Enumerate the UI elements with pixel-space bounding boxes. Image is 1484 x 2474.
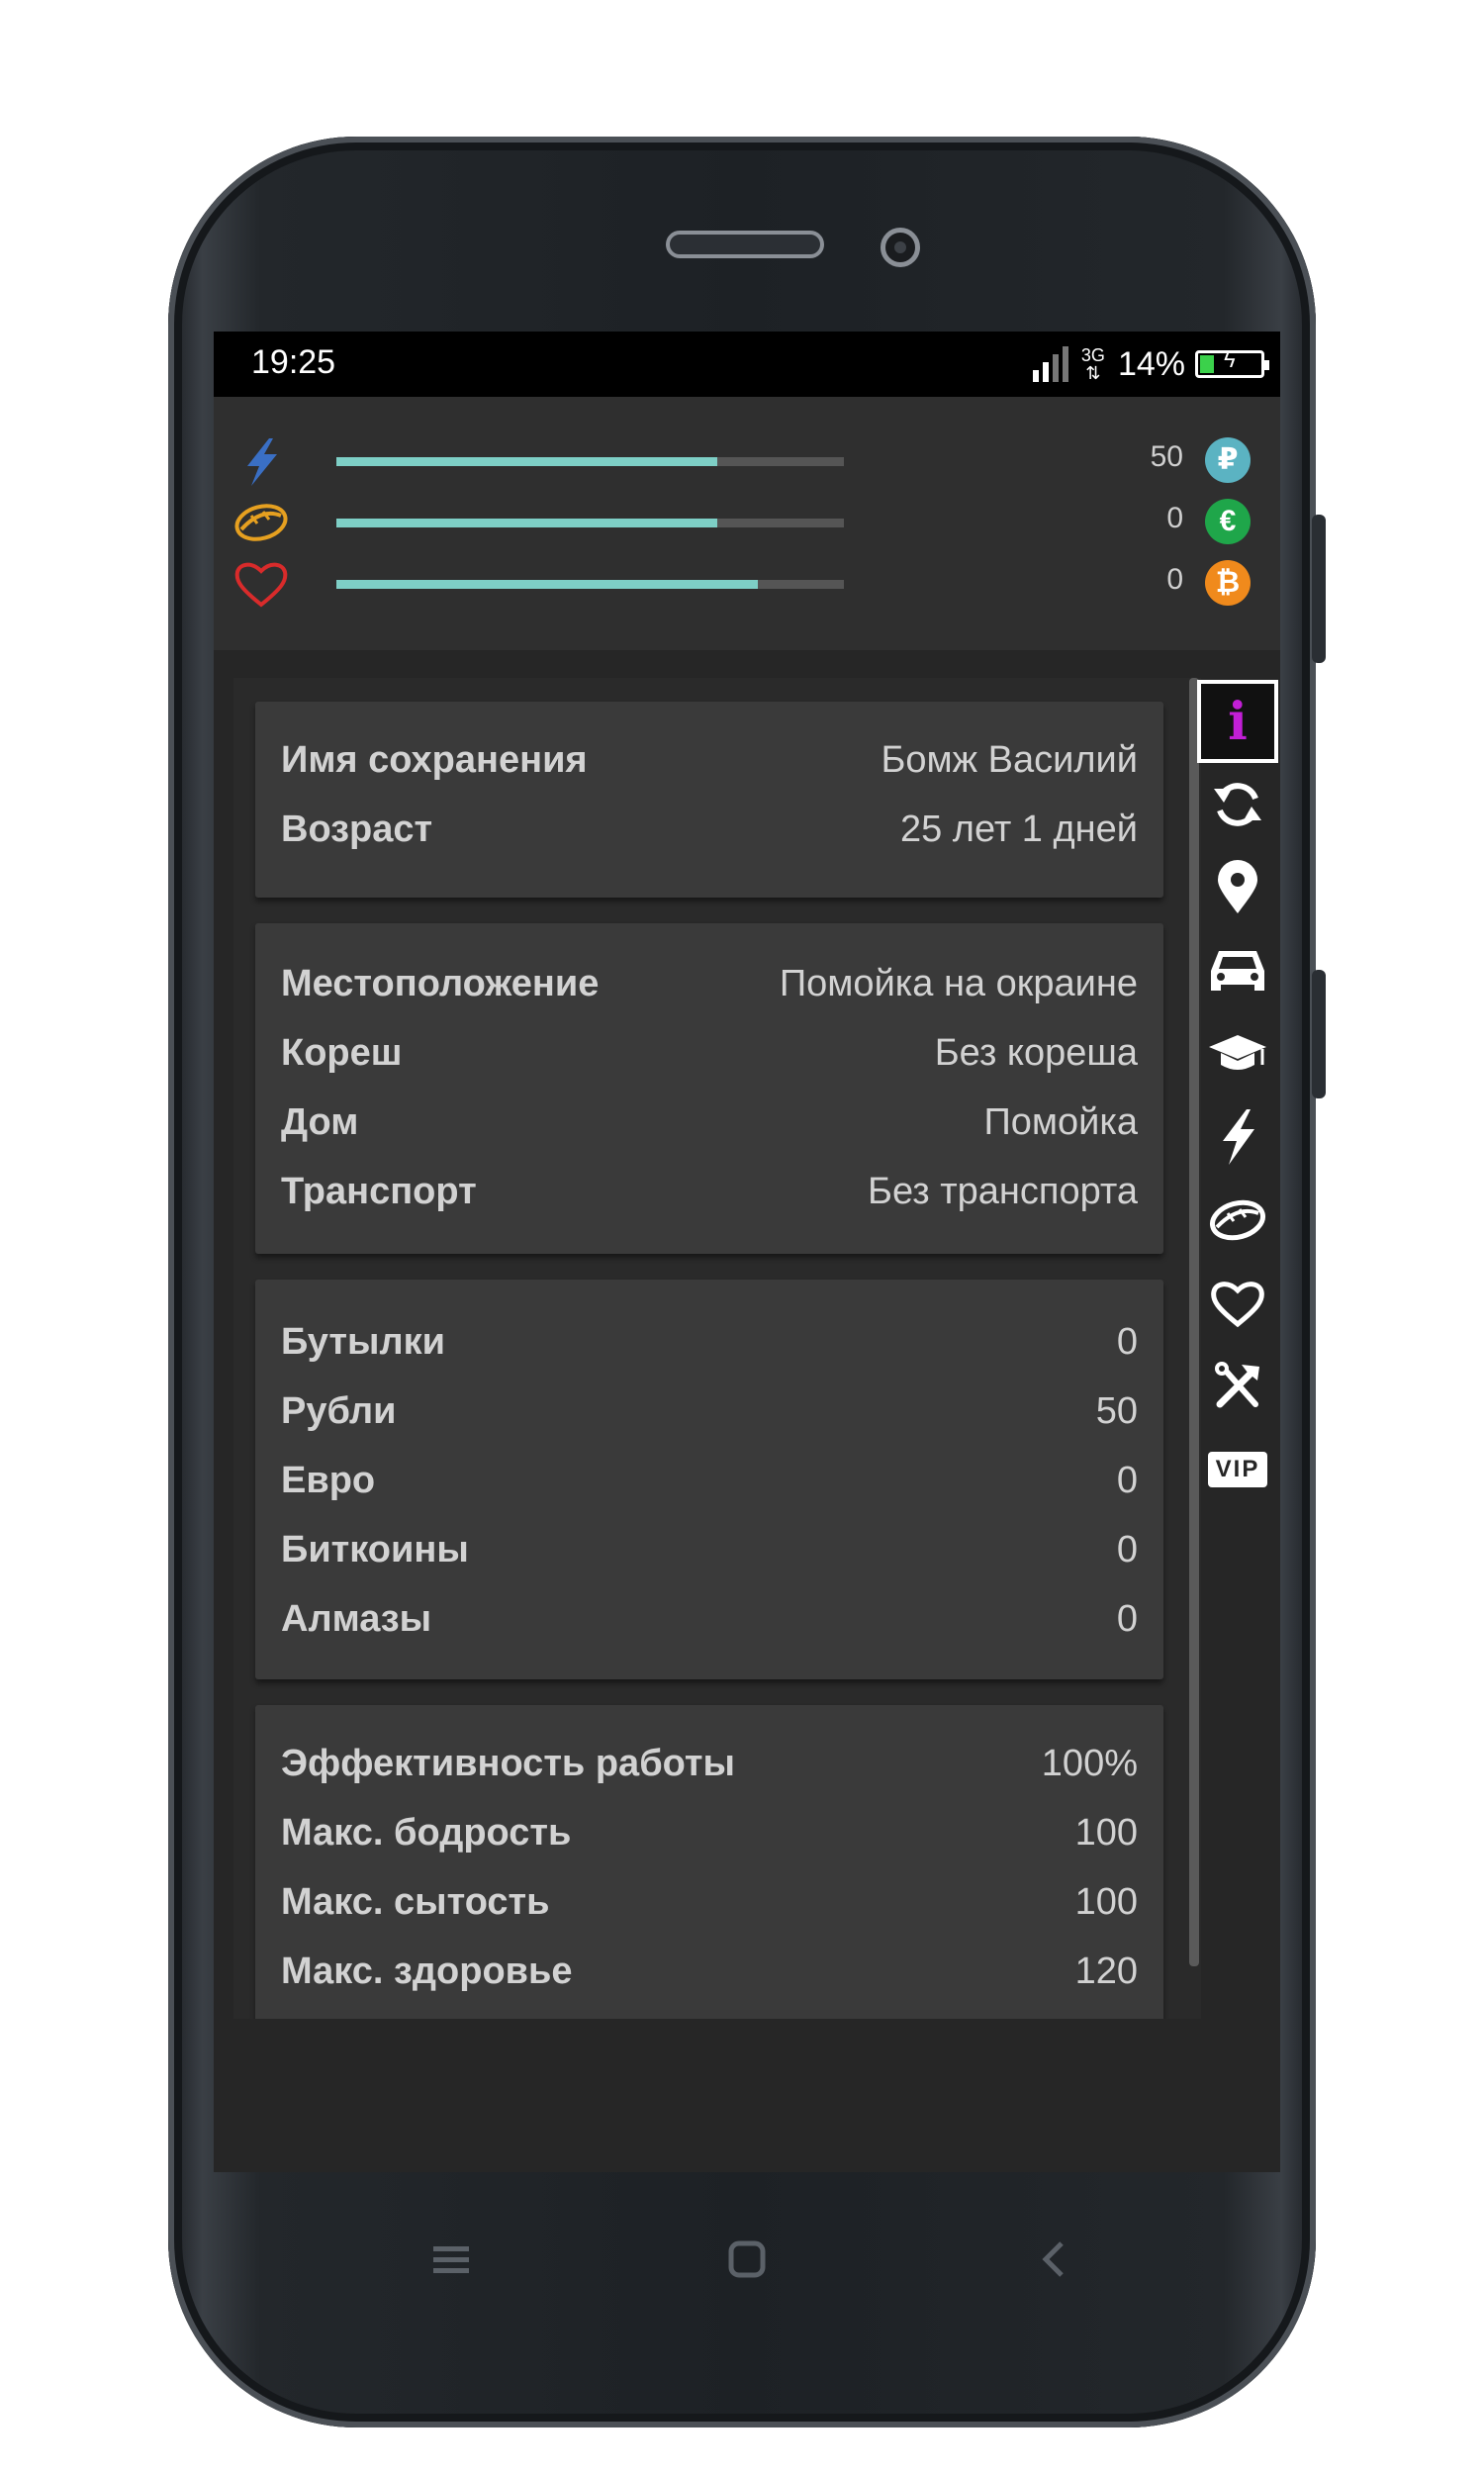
info-row: Дом Помойка xyxy=(281,1101,1138,1143)
heart-icon xyxy=(234,562,288,608)
euro-coin-icon: € xyxy=(1205,499,1251,544)
satiety-bar xyxy=(336,519,844,527)
tools-icon xyxy=(1215,1362,1259,1408)
info-row: Евро 0 xyxy=(281,1460,1138,1501)
power-button xyxy=(1312,970,1326,1098)
food-icon xyxy=(1210,1199,1265,1241)
info-row: Местоположение Помойка на окраине xyxy=(281,963,1138,1004)
status-time: 19:25 xyxy=(251,343,336,381)
stats-panel: 50 ₽ 0 € 0 ₿ xyxy=(214,397,1280,650)
info-row: Транспорт Без транспорта xyxy=(281,1171,1138,1212)
info-row: Эффективность работы 100% xyxy=(281,1743,1138,1784)
lightning-icon xyxy=(1223,1109,1254,1165)
refresh-tab[interactable] xyxy=(1195,763,1280,846)
refresh-icon xyxy=(1214,783,1261,826)
rubles-value: 50 xyxy=(1150,440,1183,473)
info-row: Макс. здоровье 120 xyxy=(281,1951,1138,1992)
info-row: Алмазы 0 xyxy=(281,1598,1138,1640)
health-tab[interactable] xyxy=(1195,1262,1280,1345)
ruble-coin-icon: ₽ xyxy=(1205,437,1251,483)
energy-tab[interactable] xyxy=(1195,1095,1280,1179)
back-icon xyxy=(1042,2241,1064,2277)
info-row: Макс. сытость 100 xyxy=(281,1881,1138,1923)
education-tab[interactable] xyxy=(1195,1012,1280,1095)
signal-icon xyxy=(1032,346,1068,382)
food-tab[interactable] xyxy=(1195,1179,1280,1262)
stat-row-satiety: 0 € xyxy=(233,498,1262,547)
android-navbar xyxy=(214,2172,1280,2360)
info-row: Макс. бодрость 100 xyxy=(281,1812,1138,1854)
health-bar xyxy=(336,580,844,589)
lightning-icon xyxy=(247,438,277,486)
energy-bar xyxy=(336,457,844,466)
work-tab[interactable] xyxy=(1195,1345,1280,1428)
info-tab[interactable]: i xyxy=(1197,680,1278,763)
car-icon xyxy=(1211,951,1264,991)
stat-row-energy: 50 ₽ xyxy=(233,436,1262,486)
info-row: Бутылки 0 xyxy=(281,1321,1138,1363)
location-pin-icon xyxy=(1218,860,1257,913)
earpiece-speaker xyxy=(666,231,824,258)
home-button[interactable] xyxy=(717,2230,777,2289)
vip-icon: VIP xyxy=(1207,1452,1268,1487)
abilities-card: Эффективность работы 100% Макс. бодрость 1… xyxy=(255,1705,1163,2019)
battery-percent: 14% xyxy=(1117,344,1185,383)
info-scroll-area[interactable]: Имя сохранения Бомж Василий Возраст 25 лет… xyxy=(233,678,1201,2019)
transport-tab[interactable] xyxy=(1195,929,1280,1012)
health-bar-fill xyxy=(336,580,758,589)
graduation-cap-icon xyxy=(1209,1035,1266,1070)
app-screen: 19:25 3G ⇅ 14% ϟ 50 ₽ 0 € 0 ₿ Имя сохран… xyxy=(214,332,1280,2172)
satiety-bar-fill xyxy=(336,519,717,527)
euro-value: 0 xyxy=(1166,502,1183,534)
info-row: Имя сохранения Бомж Василий xyxy=(281,739,1138,781)
status-bar: 19:25 3G ⇅ 14% ϟ xyxy=(214,332,1280,397)
food-icon xyxy=(234,504,288,541)
stat-row-health: 0 ₿ xyxy=(233,559,1262,609)
info-row: Кореш Без кореша xyxy=(281,1032,1138,1074)
bitcoin-coin-icon: ₿ xyxy=(1205,560,1251,606)
save-info-card: Имя сохранения Бомж Василий Возраст 25 лет… xyxy=(255,702,1163,898)
energy-bar-fill xyxy=(336,457,717,466)
info-row: Рубли 50 xyxy=(281,1390,1138,1432)
home-icon xyxy=(728,2240,766,2278)
battery-icon: ϟ xyxy=(1195,347,1269,378)
info-icon: i xyxy=(1228,691,1248,752)
menu-button[interactable] xyxy=(421,2230,481,2289)
info-row: Биткоины 0 xyxy=(281,1529,1138,1570)
front-camera xyxy=(881,228,920,267)
menu-icon xyxy=(433,2246,469,2273)
vip-tab[interactable]: VIP xyxy=(1195,1428,1280,1511)
status-info-card: Местоположение Помойка на окраине Кореш Бе… xyxy=(255,923,1163,1254)
sidebar: i VIP xyxy=(1195,678,1280,1966)
network-type: 3G ⇅ xyxy=(1080,345,1105,383)
info-row: Возраст 25 лет 1 дней xyxy=(281,809,1138,850)
back-button[interactable] xyxy=(1023,2230,1082,2289)
bitcoin-value: 0 xyxy=(1166,563,1183,596)
location-tab[interactable] xyxy=(1195,846,1280,929)
volume-button xyxy=(1312,515,1326,663)
resources-card: Бутылки 0 Рубли 50 Евро 0 Биткоины 0 Алмазы 0 xyxy=(255,1280,1163,1679)
heart-icon xyxy=(1211,1282,1264,1328)
